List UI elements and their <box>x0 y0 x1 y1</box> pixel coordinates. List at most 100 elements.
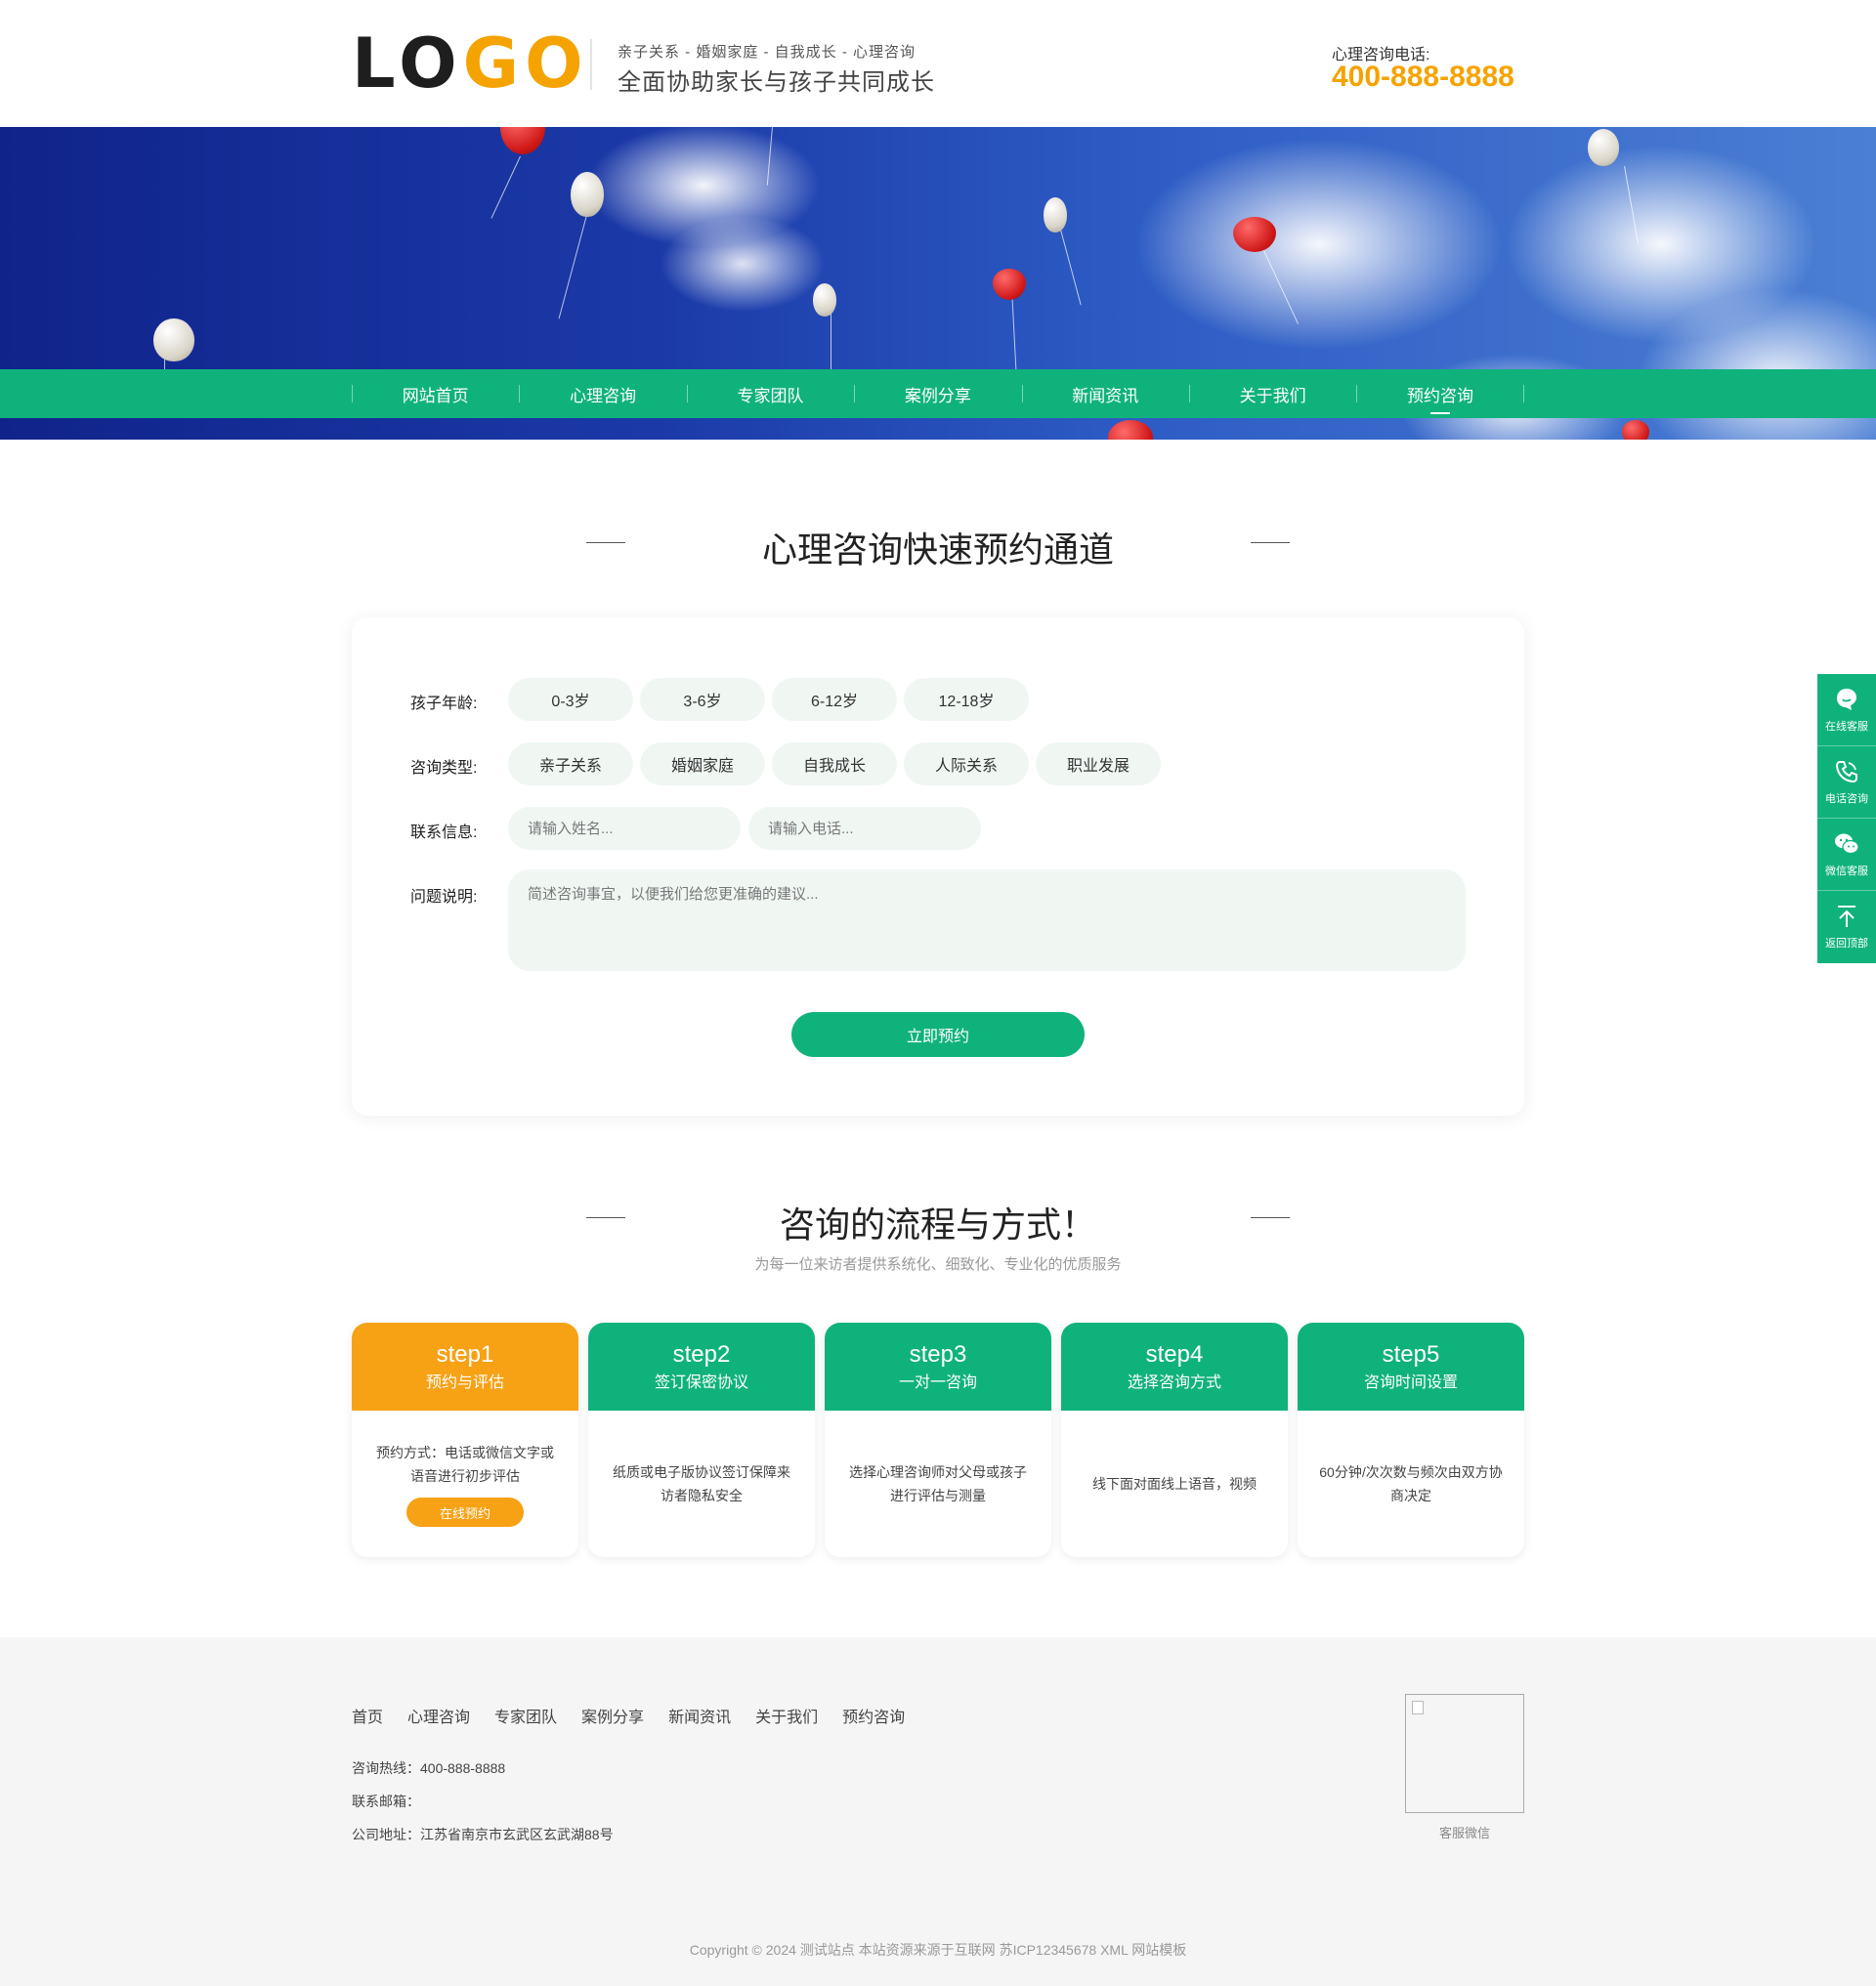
phone-icon <box>1835 760 1857 782</box>
booking-form: 孩子年龄: 0-3岁 3-6岁 6-12岁 12-18岁 咨询类型: 亲子关系 … <box>352 617 1524 1116</box>
site-logo[interactable]: LO GO <box>352 29 589 98</box>
contact-label: 联系信息: <box>410 824 478 841</box>
side-item-label: 电话咨询 <box>1825 792 1868 805</box>
type-option-career[interactable]: 职业发展 <box>1036 742 1161 785</box>
submit-booking-button[interactable]: 立即预约 <box>791 1012 1085 1057</box>
footer-hotline: 咨询热线：400-888-8888 <box>352 1760 506 1776</box>
booking-title: 心理咨询快速预约通道 <box>761 529 1114 570</box>
side-wechat-service[interactable]: 微信客服 <box>1817 819 1876 891</box>
balloon-string <box>1624 165 1639 243</box>
white-balloon <box>1588 129 1619 166</box>
step-number: step2 <box>672 1341 731 1368</box>
process-subtitle: 为每一位来访者提供系统化、细致化、专业化的优质服务 <box>754 1256 1122 1273</box>
step-card-2: step2 签订保密协议 纸质或电子版协议签订保障来访者隐私安全 <box>588 1323 815 1557</box>
type-option-self-growth[interactable]: 自我成长 <box>772 742 897 785</box>
balloon-string <box>558 214 587 319</box>
type-option-interpersonal[interactable]: 人际关系 <box>904 742 1029 785</box>
description-label: 问题说明: <box>410 889 478 906</box>
site-footer: 首页 心理咨询 专家团队 案例分享 新闻资讯 关于我们 预约咨询 咨询热线：40… <box>0 1637 1876 1986</box>
qr-caption: 客服微信 <box>1438 1826 1490 1840</box>
balloon-string <box>766 127 773 186</box>
step-number: step4 <box>1145 1341 1204 1368</box>
title-decoration-right <box>1251 542 1290 543</box>
side-item-label: 返回顶部 <box>1825 938 1868 950</box>
red-balloon <box>1622 420 1649 440</box>
nav-item-news[interactable]: 新闻资讯 <box>1021 369 1189 418</box>
step-card-body: 线下面对面线上语音，视频 <box>1061 1411 1288 1557</box>
main-nav: 网站首页 心理咨询 专家团队 案例分享 新闻资讯 关于我们 预约咨询 <box>0 369 1876 418</box>
broken-image-icon <box>1412 1701 1424 1714</box>
footer-link-cases[interactable]: 案例分享 <box>581 1704 644 1727</box>
step-description: 纸质或电子版协议签订保障来访者隐私安全 <box>613 1464 790 1503</box>
age-option-12-18[interactable]: 12-18岁 <box>904 678 1029 721</box>
step-card-body: 预约方式：电话或微信文字或语音进行初步评估 在线预约 <box>352 1411 578 1557</box>
step-card-header: step5 咨询时间设置 <box>1298 1323 1524 1411</box>
footer-link-home[interactable]: 首页 <box>352 1704 383 1727</box>
site-header: LO GO 亲子关系 - 婚姻家庭 - 自我成长 - 心理咨询 全面协助家长与孩子… <box>0 0 1876 127</box>
step-card-body: 纸质或电子版协议签订保障来访者隐私安全 <box>588 1411 815 1557</box>
nav-item-experts[interactable]: 专家团队 <box>686 369 854 418</box>
step-description: 预约方式：电话或微信文字或语音进行初步评估 <box>376 1445 554 1484</box>
step-name: 选择咨询方式 <box>1127 1374 1221 1391</box>
footer-link-news[interactable]: 新闻资讯 <box>668 1704 731 1727</box>
age-option-3-6[interactable]: 3-6岁 <box>640 678 765 721</box>
main-nav-items: 网站首页 心理咨询 专家团队 案例分享 新闻资讯 关于我们 预约咨询 <box>352 369 1524 418</box>
step-number: step3 <box>909 1341 967 1368</box>
wechat-qr-image <box>1405 1694 1524 1813</box>
logo-divider <box>590 39 592 90</box>
footer-link-about[interactable]: 关于我们 <box>755 1704 818 1727</box>
step-card-1: step1 预约与评估 预约方式：电话或微信文字或语音进行初步评估 在线预约 <box>352 1323 578 1557</box>
copyright-text: Copyright © 2024 测试站点 本站资源来源于互联网 苏ICP123… <box>689 1942 1187 1958</box>
step-name: 签订保密协议 <box>654 1374 748 1391</box>
logo-text-orange: GO <box>462 23 589 104</box>
wechat-icon <box>1835 833 1859 854</box>
nav-item-consulting[interactable]: 心理咨询 <box>519 369 686 418</box>
type-label: 咨询类型: <box>410 760 478 777</box>
nav-item-cases[interactable]: 案例分享 <box>854 369 1021 418</box>
type-option-marriage[interactable]: 婚姻家庭 <box>640 742 765 785</box>
chat-bubble-icon <box>1837 688 1856 710</box>
side-online-service[interactable]: 在线客服 <box>1817 674 1876 746</box>
footer-link-consulting[interactable]: 心理咨询 <box>407 1704 470 1727</box>
nav-item-home[interactable]: 网站首页 <box>352 369 519 418</box>
nav-item-booking[interactable]: 预约咨询 <box>1356 369 1523 418</box>
age-label: 孩子年龄: <box>410 696 478 712</box>
step-description: 选择心理咨询师对父母或孩子进行评估与测量 <box>849 1464 1027 1503</box>
logo-text-dark: LO <box>352 23 463 104</box>
white-balloon <box>813 283 836 317</box>
balloon-string <box>1060 229 1082 306</box>
description-textarea[interactable] <box>508 869 1466 971</box>
title-decoration-right <box>1251 1217 1290 1218</box>
age-option-0-3[interactable]: 0-3岁 <box>508 678 633 721</box>
side-back-to-top[interactable]: 返回顶部 <box>1817 891 1876 963</box>
hotline-number[interactable]: 400-888-8888 <box>1332 61 1514 94</box>
step-card-header: step1 预约与评估 <box>352 1323 578 1411</box>
footer-link-experts[interactable]: 专家团队 <box>494 1704 557 1727</box>
age-option-6-12[interactable]: 6-12岁 <box>772 678 897 721</box>
step-card-header: step2 签订保密协议 <box>588 1323 815 1411</box>
balloon-string <box>490 155 521 219</box>
side-float-toolbar: 在线客服 电话咨询 微信客服 返回顶部 <box>1817 674 1876 963</box>
red-balloon <box>1108 420 1153 440</box>
footer-link-booking[interactable]: 预约咨询 <box>842 1704 905 1727</box>
online-booking-button[interactable]: 在线预约 <box>406 1498 524 1527</box>
side-item-label: 在线客服 <box>1825 720 1868 733</box>
arrow-up-icon <box>1838 906 1855 927</box>
step-card-body: 选择心理咨询师对父母或孩子进行评估与测量 <box>825 1411 1051 1557</box>
red-balloon <box>1233 217 1276 252</box>
name-input[interactable] <box>508 807 741 850</box>
step-description: 60分钟/次次数与频次由双方协商决定 <box>1319 1464 1503 1503</box>
process-title: 咨询的流程与方式！ <box>779 1204 1096 1245</box>
side-phone-consult[interactable]: 电话咨询 <box>1817 746 1876 819</box>
step-name: 预约与评估 <box>425 1374 504 1391</box>
nav-item-about[interactable]: 关于我们 <box>1188 369 1356 418</box>
balloon-string <box>1260 243 1299 324</box>
step-number: step1 <box>436 1341 494 1368</box>
white-balloon <box>153 318 194 361</box>
phone-input[interactable] <box>748 807 981 850</box>
type-option-parent-child[interactable]: 亲子关系 <box>508 742 633 785</box>
step-card-5: step5 咨询时间设置 60分钟/次次数与频次由双方协商决定 <box>1298 1323 1524 1557</box>
slogan-tags: 亲子关系 - 婚姻家庭 - 自我成长 - 心理咨询 <box>618 44 916 61</box>
white-balloon <box>571 172 604 217</box>
slogan-main: 全面协助家长与孩子共同成长 <box>618 69 935 96</box>
